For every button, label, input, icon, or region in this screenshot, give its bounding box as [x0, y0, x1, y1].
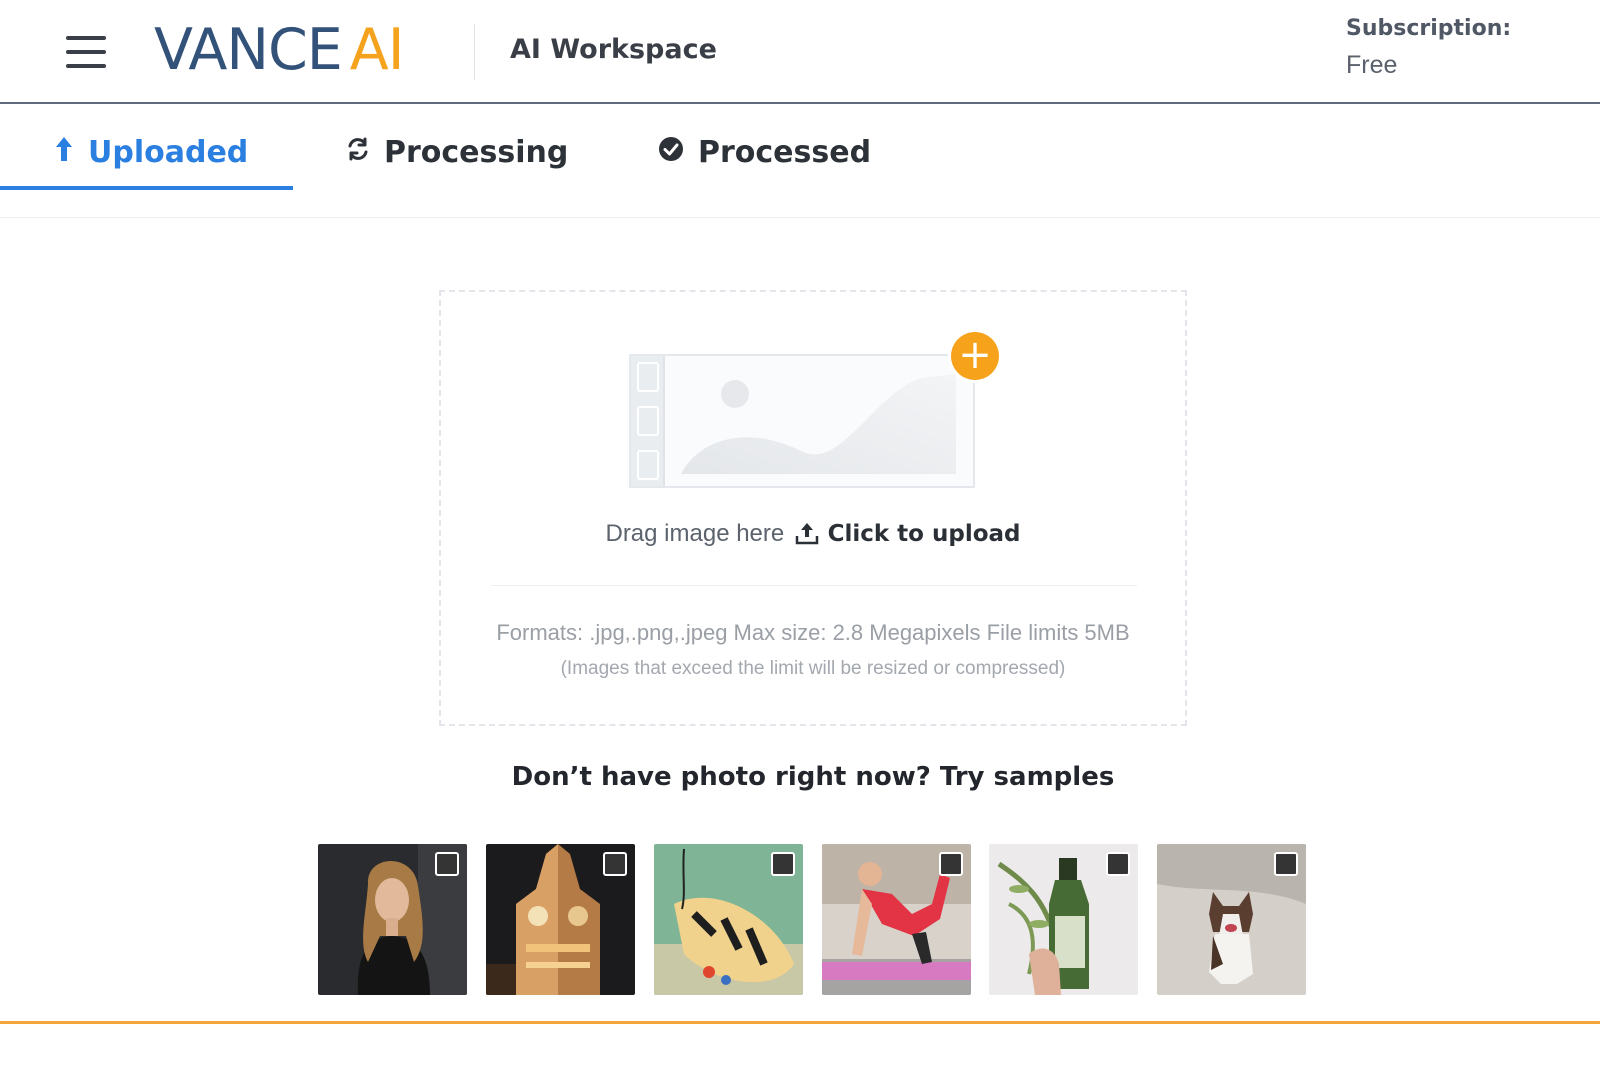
upload-instructions: Drag image here Click to upload	[441, 520, 1185, 548]
sample-checkbox[interactable]	[1274, 852, 1298, 876]
footer-accent-line	[0, 1021, 1600, 1024]
status-tabs: Uploaded Processing Processed	[0, 106, 1600, 218]
dropzone-divider	[491, 585, 1137, 586]
sample-checkbox[interactable]	[771, 852, 795, 876]
workspace-title: AI Workspace	[510, 34, 717, 65]
resize-note: (Images that exceed the limit will be re…	[560, 658, 1066, 679]
upload-dropzone[interactable]: + Drag image here Click to upload Format…	[439, 290, 1187, 726]
active-tab-underline	[0, 186, 293, 190]
tab-processed[interactable]: Processed	[658, 126, 871, 178]
sample-green-bottle[interactable]	[989, 844, 1138, 995]
logo-accent-text: AI	[349, 17, 405, 83]
samples-title: Don’t have photo right now? Try samples	[511, 762, 1115, 792]
header-divider	[474, 24, 475, 80]
sample-running-dog[interactable]	[1157, 844, 1306, 995]
upload-tray-icon	[795, 520, 819, 548]
tab-uploaded-label: Uploaded	[88, 134, 249, 170]
tab-processed-label: Processed	[698, 134, 872, 170]
click-to-upload-link[interactable]: Click to upload	[828, 521, 1021, 547]
check-circle-icon	[658, 136, 684, 169]
tab-processing-label: Processing	[384, 134, 569, 170]
sample-butterfly[interactable]	[654, 844, 803, 995]
image-placeholder-icon	[629, 354, 975, 488]
tab-processing[interactable]: Processing	[346, 126, 568, 178]
sample-checkbox[interactable]	[939, 852, 963, 876]
sample-fitness-woman[interactable]	[822, 844, 971, 995]
sync-icon	[346, 137, 370, 168]
sample-woman-portrait[interactable]	[318, 844, 467, 995]
sample-clock-tower[interactable]	[486, 844, 635, 995]
sample-checkbox[interactable]	[435, 852, 459, 876]
formats-info: Formats: .jpg,.png,.jpeg Max size: 2.8 M…	[496, 620, 1130, 645]
top-header: VANCE AI AI Workspace Subscription: Free	[0, 0, 1600, 104]
subscription-value[interactable]: Free	[1346, 51, 1397, 80]
subscription-label: Subscription:	[1346, 16, 1512, 41]
tab-uploaded[interactable]: Uploaded	[54, 126, 248, 178]
add-image-plus-icon[interactable]: +	[951, 332, 999, 380]
hamburger-menu-icon[interactable]	[64, 32, 108, 72]
logo-brand-text: VANCE	[154, 17, 343, 83]
sample-checkbox[interactable]	[1106, 852, 1130, 876]
vanceai-logo[interactable]: VANCE AI	[154, 17, 405, 83]
drag-text: Drag image here	[605, 520, 785, 547]
sample-checkbox[interactable]	[603, 852, 627, 876]
arrow-up-icon	[54, 136, 74, 169]
